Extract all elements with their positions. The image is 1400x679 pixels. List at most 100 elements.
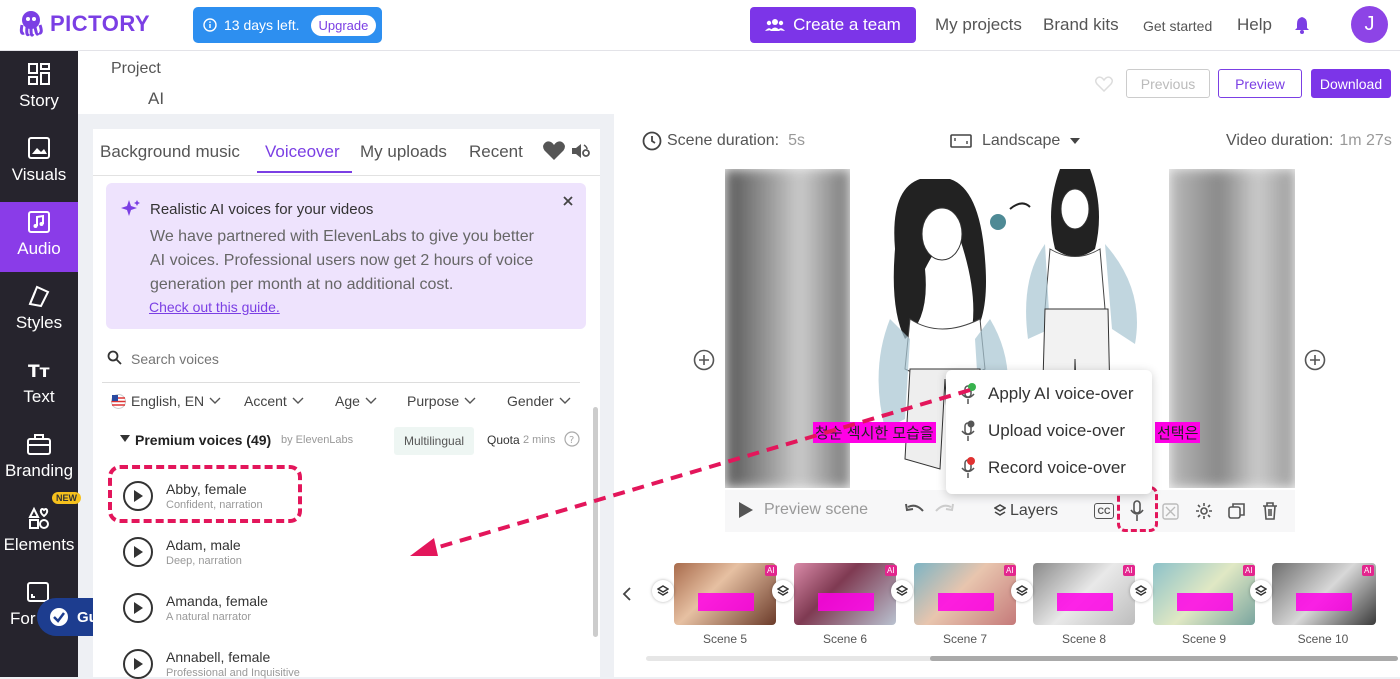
scene-thumbnail-9[interactable]	[1153, 563, 1255, 625]
sidebar-item-label: Styles	[15, 313, 63, 332]
annotation-arrow	[410, 388, 971, 556]
captions-button[interactable]: CC	[1094, 503, 1114, 519]
voice-item-annabell[interactable]: Annabell, female Professional and Inquisi…	[123, 649, 300, 679]
play-icon	[134, 658, 143, 670]
sidebar-item-styles[interactable]: Styles	[0, 276, 78, 346]
tab-recent[interactable]: Recent	[469, 142, 523, 162]
age-filter-label: Age	[335, 393, 360, 409]
voice-desc: A natural narrator	[166, 611, 251, 623]
thumb-caption	[1177, 593, 1233, 611]
voice-desc: Professional and Inquisitive	[166, 667, 300, 679]
chevron-down-icon	[292, 397, 304, 404]
upgrade-button[interactable]: Upgrade	[310, 14, 377, 36]
gear-icon[interactable]	[1195, 502, 1213, 520]
nav-help[interactable]: Help	[1237, 15, 1272, 35]
nav-brand-kits[interactable]: Brand kits	[1043, 15, 1119, 35]
scene-thumbnail-8[interactable]	[1033, 563, 1135, 625]
layers-button[interactable]: Layers	[994, 502, 1058, 520]
heart-outline-icon[interactable]	[1095, 76, 1113, 92]
duplicate-icon[interactable]	[1228, 502, 1246, 520]
orientation-dropdown[interactable]: Landscape	[950, 132, 1081, 150]
scene-label: Scene 9	[1181, 632, 1227, 646]
tab-my-uploads[interactable]: My uploads	[360, 142, 447, 162]
caret-down-icon[interactable]	[120, 435, 130, 443]
scene-thumbnail-7[interactable]	[914, 563, 1016, 625]
premium-voices-by: by ElevenLabs	[281, 434, 354, 446]
language-filter[interactable]: English, EN	[111, 393, 221, 409]
search-voices-input[interactable]	[131, 348, 571, 370]
caret-down-icon	[1070, 137, 1081, 144]
record-voiceover-item[interactable]: Record voice-over	[960, 457, 1126, 479]
scene-layers-badge[interactable]	[1250, 580, 1272, 602]
timeline-prev-icon[interactable]	[622, 587, 632, 601]
tab-background-music[interactable]: Background music	[100, 142, 240, 162]
upload-voiceover-item[interactable]: Upload voice-over	[960, 420, 1125, 442]
info-title: Realistic AI voices for your videos	[150, 201, 374, 218]
chevron-down-icon	[209, 397, 221, 404]
trash-icon[interactable]	[1262, 502, 1278, 520]
sidebar-item-label: Visuals	[11, 165, 67, 184]
sidebar-item-visuals[interactable]: Visuals	[0, 128, 78, 198]
play-button[interactable]	[123, 593, 153, 623]
add-scene-after-icon[interactable]	[1304, 349, 1326, 371]
scene-thumbnail-5[interactable]	[674, 563, 776, 625]
age-filter[interactable]: Age	[335, 393, 377, 409]
scene-layers-badge[interactable]	[1130, 580, 1152, 602]
top-bar: PICTORY 13 days left. Upgrade Create a t…	[0, 0, 1400, 51]
project-name[interactable]: AI	[148, 89, 164, 109]
video-duration-label: Video duration:	[1226, 132, 1334, 149]
sidebar-item-text[interactable]: Tт Text	[0, 350, 78, 420]
scene-duration-label: Scene duration:	[667, 132, 780, 149]
nav-my-projects[interactable]: My projects	[935, 15, 1022, 35]
scene-label: Scene 10	[1297, 632, 1349, 646]
close-icon[interactable]	[562, 195, 574, 207]
nav-get-started[interactable]: Get started	[1143, 18, 1212, 34]
transition-icon[interactable]	[1162, 503, 1179, 520]
scene-layers-badge[interactable]	[891, 580, 913, 602]
timeline-scrollbar[interactable]	[930, 656, 1398, 661]
scene-layers-badge[interactable]	[652, 580, 674, 602]
create-team-button[interactable]: Create a team	[750, 7, 916, 43]
preview-button[interactable]: Preview	[1218, 69, 1302, 98]
project-label: Project	[111, 60, 161, 77]
apply-ai-voiceover-item[interactable]: Apply AI voice-over	[960, 383, 1134, 405]
ai-badge: AI	[1243, 565, 1255, 576]
sidebar-item-elements[interactable]: Elements	[0, 498, 78, 568]
bell-icon[interactable]	[1294, 16, 1310, 34]
orientation-label: Landscape	[982, 132, 1061, 149]
voice-settings-icon[interactable]	[570, 141, 592, 161]
layers-icon	[994, 504, 1006, 516]
search-icon	[107, 350, 122, 365]
previous-button[interactable]: Previous	[1126, 69, 1210, 98]
ai-badge: AI	[765, 565, 777, 576]
sidebar-item-audio[interactable]: Audio	[0, 202, 78, 272]
check-guide-link[interactable]: Check out this guide.	[149, 299, 280, 315]
pictory-logo[interactable]: PICTORY	[16, 9, 150, 39]
play-icon	[134, 546, 143, 558]
add-scene-before-icon[interactable]	[693, 349, 715, 371]
info-line-2: AI voices. Professional users now get 2 …	[150, 252, 534, 269]
tab-voiceover[interactable]: Voiceover	[265, 142, 340, 162]
sidebar-item-story[interactable]: Story	[0, 54, 78, 124]
layers-icon	[896, 585, 908, 596]
scene-thumbnail-10[interactable]	[1272, 563, 1376, 625]
caption-text-right: 선택은	[1155, 422, 1201, 443]
play-button[interactable]	[123, 649, 153, 679]
scene-layers-badge[interactable]	[772, 580, 794, 602]
scene-label: Scene 5	[702, 632, 748, 646]
music-icon	[28, 211, 50, 233]
scene-duration-value[interactable]: 5s	[788, 132, 805, 150]
scene-layers-badge[interactable]	[1011, 580, 1033, 602]
voice-item-adam[interactable]: Adam, male Deep, narration	[123, 537, 242, 567]
scene-thumbnail-6[interactable]	[794, 563, 896, 625]
voice-item-amanda[interactable]: Amanda, female A natural narrator	[123, 593, 268, 623]
accent-filter[interactable]: Accent	[244, 393, 304, 409]
briefcase-icon	[27, 434, 51, 455]
sidebar-item-branding[interactable]: Branding	[0, 424, 78, 494]
menu-item-label: Apply AI voice-over	[988, 384, 1134, 403]
play-button[interactable]	[123, 537, 153, 567]
heart-icon[interactable]	[542, 140, 566, 161]
download-button[interactable]: Download	[1311, 69, 1391, 98]
thumb-caption	[698, 593, 754, 611]
user-avatar[interactable]: J	[1351, 6, 1388, 43]
